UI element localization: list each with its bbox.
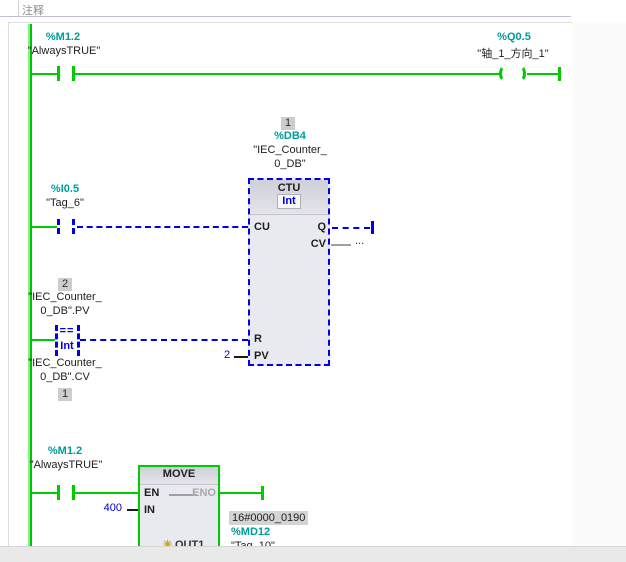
cv-operand-placeholder[interactable]: ...	[355, 235, 364, 247]
wire-inactive	[332, 227, 370, 229]
pin-in[interactable]: IN	[144, 504, 155, 516]
counter-db-name[interactable]: "IEC_Counter_	[253, 144, 327, 156]
in-value[interactable]: 400	[104, 502, 122, 514]
out-address[interactable]: %MD12	[231, 526, 270, 538]
cu-contact-address[interactable]: %I0.5	[51, 183, 79, 195]
ctu-type[interactable]: Int	[277, 194, 300, 209]
pin-r[interactable]: R	[254, 333, 262, 345]
canvas-right-margin	[572, 22, 626, 546]
comparator-operator[interactable]: ==	[60, 325, 75, 337]
pv-value[interactable]: 2	[224, 349, 230, 361]
wire	[31, 492, 57, 494]
bottom-scrollbar[interactable]	[0, 546, 626, 562]
comment-field-border	[18, 0, 19, 16]
contact-icon[interactable]	[72, 219, 75, 234]
contact-tag-name[interactable]: "AlwaysTRUE"	[30, 459, 103, 471]
wire-inactive	[77, 226, 248, 228]
wire	[127, 509, 138, 511]
coil-tag-name[interactable]: "轴_1_方向_1"	[477, 45, 548, 61]
comparator-type[interactable]: Int	[60, 340, 73, 352]
wire	[31, 73, 57, 75]
wire	[31, 226, 57, 228]
monitor-value: 16#0000_0190	[229, 511, 308, 525]
comparator-operand-top[interactable]: 0_DB".PV	[40, 305, 89, 317]
wire	[234, 356, 248, 358]
wire	[75, 492, 138, 494]
wire	[220, 492, 261, 494]
ctu-title: CTU	[250, 182, 328, 194]
pin-eno[interactable]: ENO	[192, 487, 216, 499]
monitor-sequence-badge[interactable]: 2	[58, 278, 72, 291]
comparator-operand-bottom[interactable]: "IEC_Counter_	[28, 357, 102, 369]
branch-end-tick	[261, 486, 264, 500]
pin-cv[interactable]: CV	[311, 238, 326, 250]
wire-inactive	[80, 339, 248, 341]
ladder-editor: 注释 %M1.2 "AlwaysTRUE" %Q0.5 "轴_1_方向_1" 1…	[0, 0, 626, 562]
wire-unconnected	[331, 244, 351, 246]
pin-en[interactable]: EN	[144, 487, 159, 499]
coil-icon[interactable]	[514, 65, 526, 82]
wire	[75, 73, 500, 75]
branch-end-tick	[371, 221, 374, 234]
comment-divider	[0, 16, 571, 17]
counter-db-name[interactable]: 0_DB"	[274, 158, 305, 170]
coil-icon[interactable]	[499, 65, 511, 82]
move-block-header: MOVE	[140, 467, 218, 485]
rail-end-tick	[558, 67, 561, 81]
coil-address[interactable]: %Q0.5	[497, 31, 531, 43]
contact-tag-name[interactable]: "AlwaysTRUE"	[28, 45, 101, 57]
contact-icon[interactable]	[57, 485, 60, 500]
cu-contact-tag-name[interactable]: "Tag_6"	[46, 197, 84, 209]
monitor-sequence-badge[interactable]: 1	[58, 388, 72, 401]
monitor-sequence-badge[interactable]: 1	[281, 117, 295, 130]
move-title: MOVE	[140, 468, 218, 480]
comparator-operand-bottom[interactable]: 0_DB".CV	[40, 371, 90, 383]
pin-cu[interactable]: CU	[254, 221, 270, 233]
contact-address[interactable]: %M1.2	[46, 31, 80, 43]
pin-q[interactable]: Q	[317, 221, 326, 233]
wire	[527, 73, 558, 75]
wire	[31, 339, 55, 341]
contact-icon[interactable]	[57, 66, 60, 81]
comparator-icon[interactable]	[55, 325, 58, 356]
comparator-operand-top[interactable]: "IEC_Counter_	[28, 291, 102, 303]
pin-pv[interactable]: PV	[254, 350, 269, 362]
ctu-block[interactable]: CTU Int CU Q CV R PV	[248, 178, 330, 366]
contact-icon[interactable]	[57, 219, 60, 234]
ctu-block-header: CTU Int	[250, 180, 328, 215]
counter-db-address[interactable]: %DB4	[274, 130, 306, 142]
contact-address[interactable]: %M1.2	[48, 445, 82, 457]
